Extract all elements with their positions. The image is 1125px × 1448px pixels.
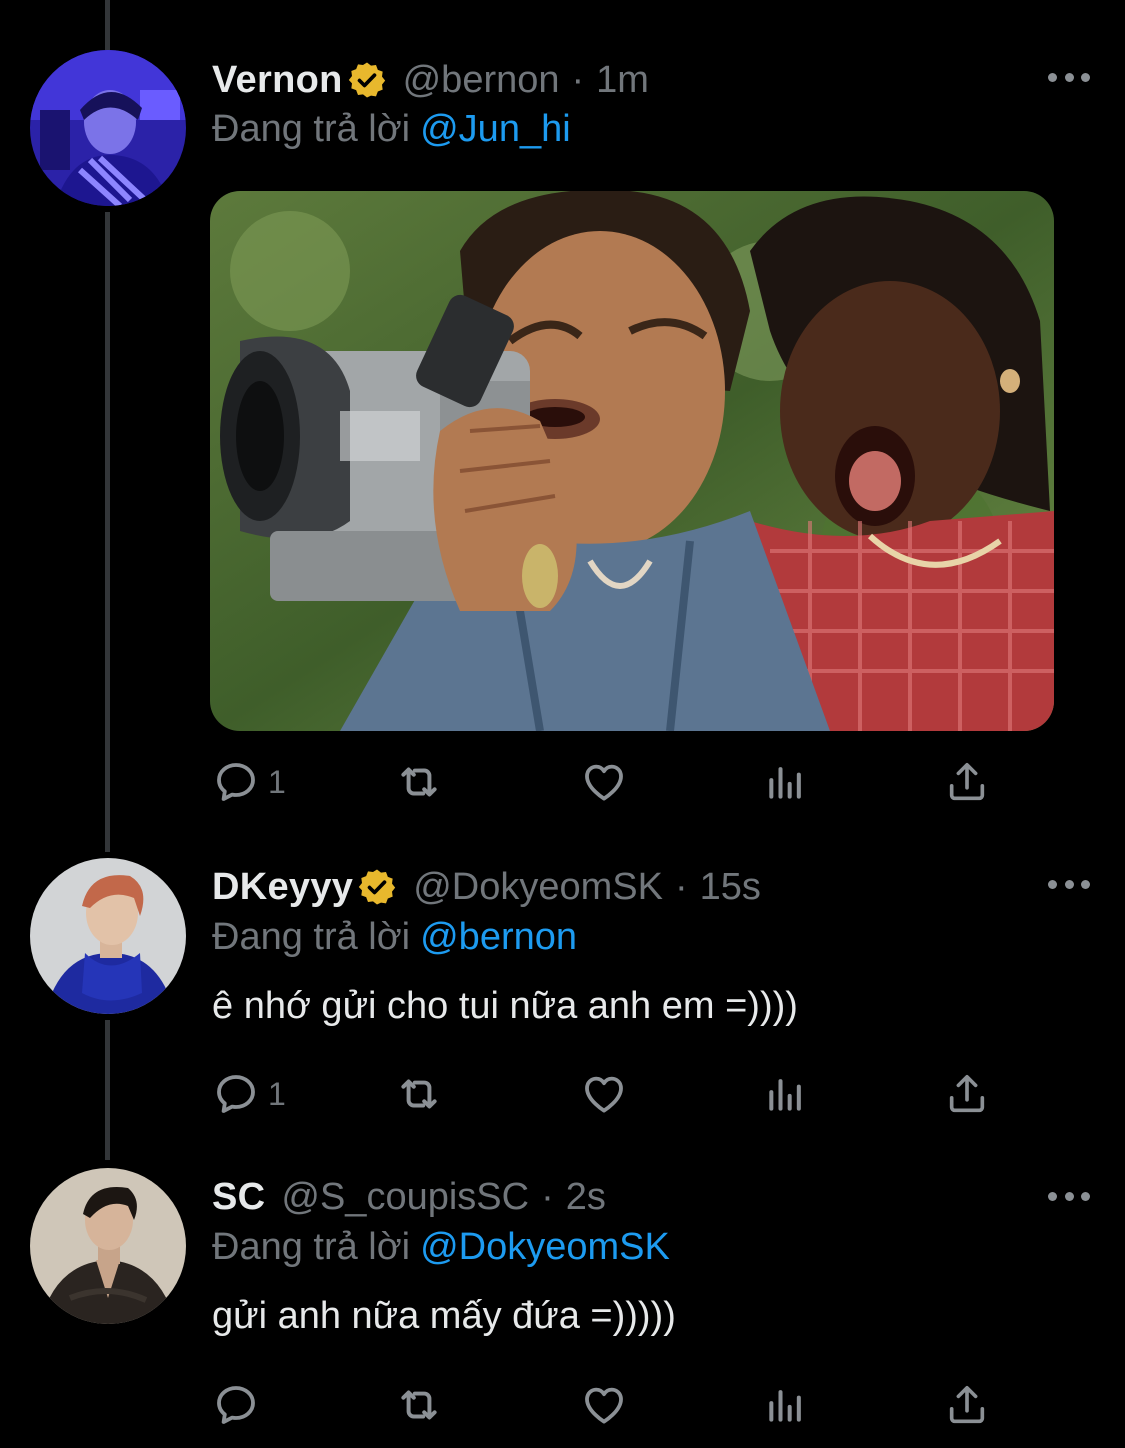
reply-icon <box>212 1381 260 1429</box>
reply-context: Đang trả lời @Jun_hi <box>212 108 571 151</box>
reply-prefix: Đang trả lời <box>212 916 411 958</box>
views-icon <box>764 1381 808 1429</box>
tweet-actions <box>212 1380 1002 1430</box>
share-button[interactable] <box>944 1380 990 1430</box>
avatar[interactable] <box>30 50 186 206</box>
retweet-icon <box>394 757 444 807</box>
timestamp[interactable]: 2s <box>566 1176 606 1219</box>
tweet-media-image[interactable] <box>210 191 1054 731</box>
avatar[interactable] <box>30 858 186 1014</box>
tweet[interactable]: DKeyyy @DokyeomSK · 15s Đang trả lời @ber… <box>0 840 1125 1150</box>
reply-button[interactable]: 1 <box>212 757 286 807</box>
retweet-button[interactable] <box>394 1380 444 1430</box>
retweet-icon <box>394 1069 444 1119</box>
reply-mention-link[interactable]: @Jun_hi <box>420 108 571 150</box>
more-icon[interactable] <box>1048 1186 1090 1206</box>
verified-badge-icon <box>357 867 397 907</box>
like-button[interactable] <box>580 1380 628 1430</box>
like-icon <box>580 1070 628 1118</box>
reply-count: 1 <box>268 1075 286 1112</box>
tweet-actions: 1 <box>212 757 1002 807</box>
reply-prefix: Đang trả lời <box>212 1226 411 1268</box>
views-button[interactable] <box>764 1069 808 1119</box>
like-button[interactable] <box>580 757 628 807</box>
separator-dot: · <box>675 865 688 908</box>
tweet-header: Vernon @bernon · 1m <box>212 55 649 105</box>
user-handle[interactable]: @S_coupisSC <box>281 1176 529 1219</box>
retweet-icon <box>394 1380 444 1430</box>
reply-mention-link[interactable]: @DokyeomSK <box>420 1226 670 1268</box>
more-icon[interactable] <box>1048 67 1090 87</box>
views-button[interactable] <box>764 1380 808 1430</box>
reply-button[interactable] <box>212 1380 260 1430</box>
like-icon <box>580 1381 628 1429</box>
reply-count: 1 <box>268 763 286 800</box>
reply-icon <box>212 758 260 806</box>
user-handle[interactable]: @DokyeomSK <box>413 866 663 909</box>
share-button[interactable] <box>944 757 990 807</box>
timestamp[interactable]: 15s <box>700 866 761 909</box>
avatar[interactable] <box>30 1168 186 1324</box>
views-icon <box>764 1070 808 1118</box>
reply-mention-link[interactable]: @bernon <box>420 916 577 958</box>
share-icon <box>944 1381 990 1429</box>
like-icon <box>580 758 628 806</box>
share-button[interactable] <box>944 1069 990 1119</box>
user-handle[interactable]: @bernon <box>403 59 560 102</box>
reply-icon <box>212 1070 260 1118</box>
more-icon[interactable] <box>1048 874 1090 894</box>
reply-prefix: Đang trả lời <box>212 108 411 150</box>
display-name[interactable]: SC <box>212 1176 265 1219</box>
tweet-header: DKeyyy @DokyeomSK · 15s <box>212 862 761 912</box>
separator-dot: · <box>571 58 585 101</box>
tweet-header: SC @S_coupisSC · 2s <box>212 1172 606 1222</box>
retweet-button[interactable] <box>394 1069 444 1119</box>
reply-button[interactable]: 1 <box>212 1069 286 1119</box>
verified-badge-icon <box>347 60 387 100</box>
tweet[interactable]: Vernon @bernon · 1m Đang trả lời@Jun_hi <box>0 0 1125 840</box>
display-name[interactable]: Vernon <box>212 59 343 102</box>
tweet-text: ê nhớ gửi cho tui nữa anh em =)))) <box>212 985 798 1027</box>
share-icon <box>944 758 990 806</box>
views-button[interactable] <box>764 757 808 807</box>
retweet-button[interactable] <box>394 757 444 807</box>
tweet[interactable]: SC @S_coupisSC · 2s Đang trả lời @Dokyeom… <box>0 1150 1125 1448</box>
display-name[interactable]: DKeyyy <box>212 866 353 909</box>
share-icon <box>944 1070 990 1118</box>
separator-dot: · <box>541 1175 554 1218</box>
timestamp[interactable]: 1m <box>596 59 649 102</box>
tweet-actions: 1 <box>212 1069 1002 1119</box>
like-button[interactable] <box>580 1069 628 1119</box>
reply-context: Đang trả lời @bernon <box>212 916 577 959</box>
tweet-text: gửi anh nữa mấy đứa =))))) <box>212 1295 676 1337</box>
views-icon <box>764 758 808 806</box>
reply-context: Đang trả lời @DokyeomSK <box>212 1226 670 1269</box>
